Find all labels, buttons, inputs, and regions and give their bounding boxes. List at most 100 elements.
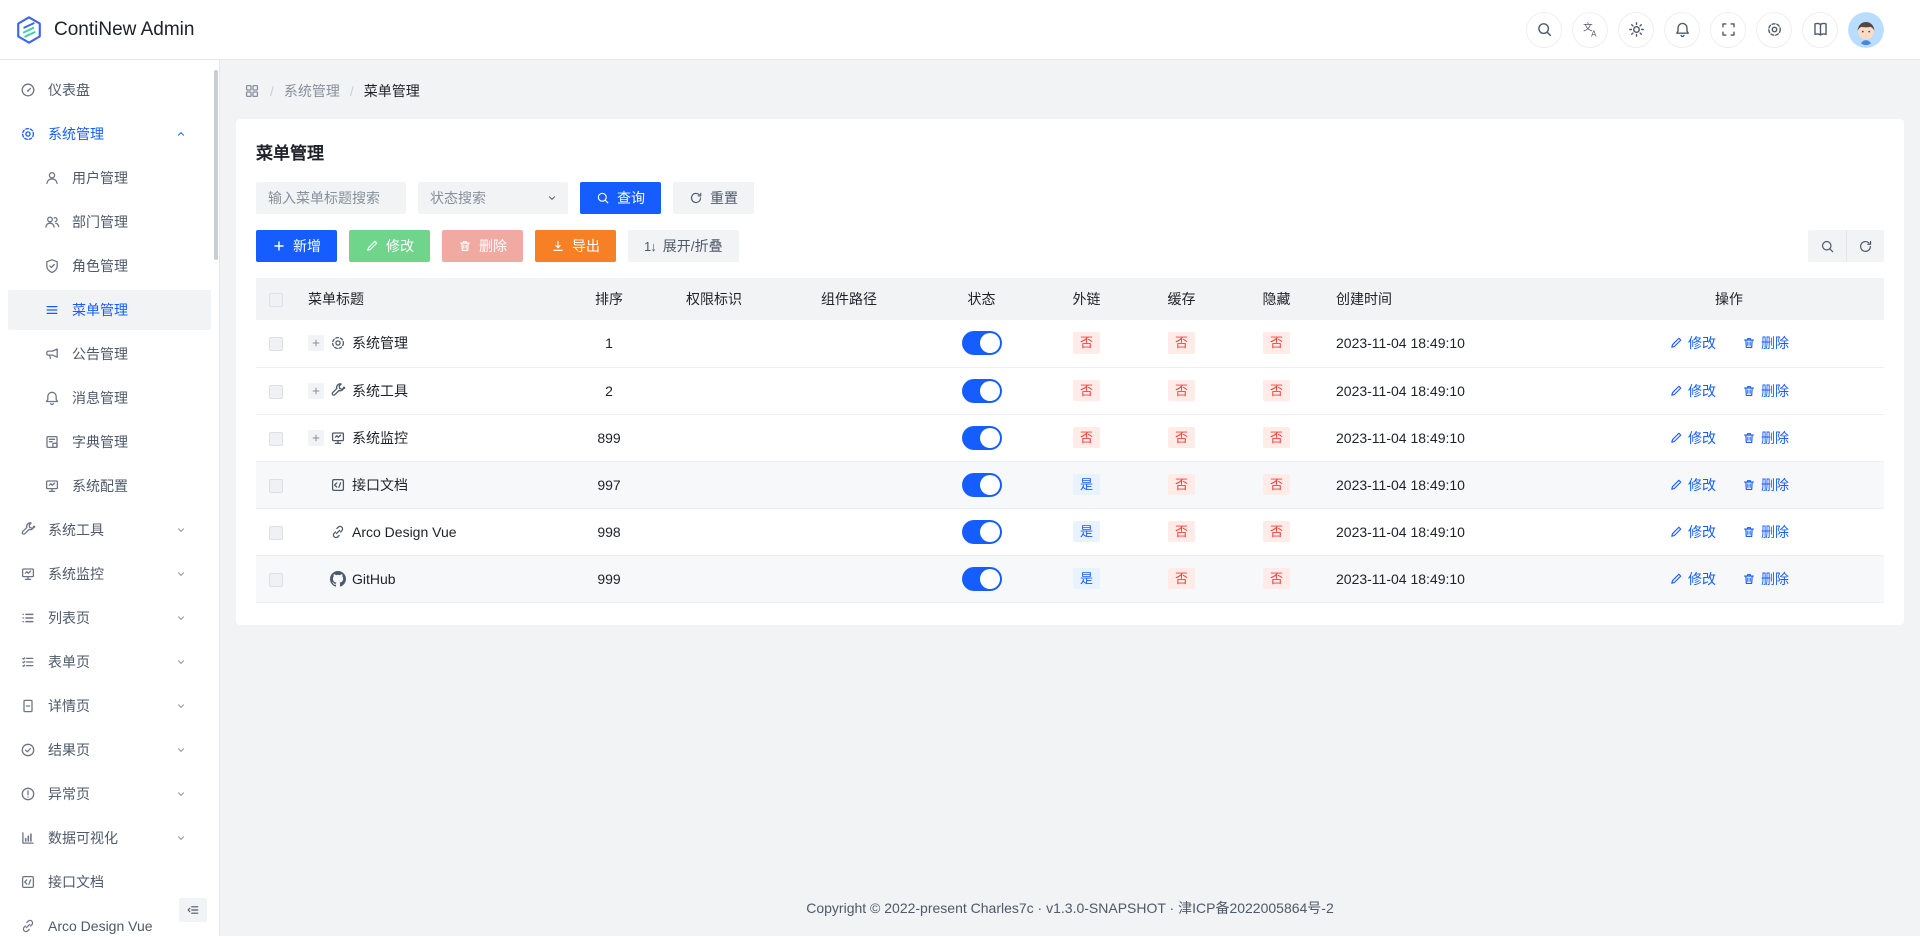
add-button[interactable]: 新增 xyxy=(256,230,337,262)
row-delete-link[interactable]: 删除 xyxy=(1742,333,1789,353)
cell-permission xyxy=(654,367,774,414)
cell-cache: 否 xyxy=(1134,414,1229,461)
chevron-down-icon xyxy=(175,788,187,800)
sidebar-item-label: 系统管理 xyxy=(48,124,167,144)
sidebar-item-role-management[interactable]: 角色管理 xyxy=(8,246,211,286)
cell-created: 2023-11-04 18:49:10 xyxy=(1324,367,1574,414)
menu-title-search-input[interactable]: 输入菜单标题搜索 xyxy=(256,182,406,214)
row-edit-link[interactable]: 修改 xyxy=(1669,569,1716,589)
row-checkbox[interactable] xyxy=(269,526,283,540)
col-actions: 操作 xyxy=(1574,278,1884,320)
row-delete-link[interactable]: 删除 xyxy=(1742,569,1789,589)
sidebar-item-notice-management[interactable]: 公告管理 xyxy=(8,334,211,374)
sidebar: 仪表盘系统管理用户管理部门管理角色管理菜单管理公告管理消息管理字典管理系统配置系… xyxy=(0,60,220,936)
sidebar-item-system-management[interactable]: 系统管理 xyxy=(8,114,211,154)
trash-icon xyxy=(1742,478,1756,492)
table-row: 系统监控899否否否2023-11-04 18:49:10修改删除 xyxy=(256,414,1884,461)
cell-actions: 修改 删除 xyxy=(1574,414,1884,461)
expand-row-button[interactable] xyxy=(308,383,324,399)
col-component: 组件路径 xyxy=(774,278,924,320)
cell-component xyxy=(774,461,924,508)
expand-row-button[interactable] xyxy=(308,335,324,351)
row-checkbox[interactable] xyxy=(269,432,283,446)
edit-button[interactable]: 修改 xyxy=(349,230,430,262)
apps-grid-icon[interactable] xyxy=(244,83,260,99)
status-filter-select[interactable]: 状态搜索 xyxy=(418,182,568,214)
select-all-checkbox[interactable] xyxy=(269,293,283,307)
row-checkbox[interactable] xyxy=(269,573,283,587)
row-edit-link[interactable]: 修改 xyxy=(1669,428,1716,448)
sidebar-item-dict-management[interactable]: 字典管理 xyxy=(8,422,211,462)
sidebar-item-detail-page[interactable]: 详情页 xyxy=(8,686,211,726)
sidebar-item-menu-management[interactable]: 菜单管理 xyxy=(8,290,211,330)
sidebar-item-system-tools[interactable]: 系统工具 xyxy=(8,510,211,550)
expand-collapse-button[interactable]: 1↓ 展开/折叠 xyxy=(628,230,739,262)
row-edit-link[interactable]: 修改 xyxy=(1669,381,1716,401)
sidebar-item-label: 公告管理 xyxy=(72,344,199,364)
menu-icon xyxy=(44,302,60,318)
sidebar-item-dept-management[interactable]: 部门管理 xyxy=(8,202,211,242)
status-toggle[interactable] xyxy=(962,426,1002,450)
sidebar-item-label: 字典管理 xyxy=(72,432,199,452)
row-checkbox[interactable] xyxy=(269,385,283,399)
cell-hidden: 否 xyxy=(1229,320,1324,367)
sidebar-item-api-docs[interactable]: 接口文档 xyxy=(8,862,211,902)
sidebar-item-user-management[interactable]: 用户管理 xyxy=(8,158,211,198)
sidebar-scrollbar[interactable] xyxy=(214,70,218,260)
theme-button[interactable] xyxy=(1618,12,1654,48)
cell-external-tag: 否 xyxy=(1073,380,1100,402)
settings-button[interactable] xyxy=(1756,12,1792,48)
cell-external: 否 xyxy=(1039,320,1134,367)
book-icon xyxy=(1812,21,1829,38)
cell-created: 2023-11-04 18:49:10 xyxy=(1324,555,1574,602)
sidebar-item-exception-page[interactable]: 异常页 xyxy=(8,774,211,814)
status-toggle[interactable] xyxy=(962,331,1002,355)
table-refresh-button[interactable] xyxy=(1846,230,1884,262)
delete-button[interactable]: 删除 xyxy=(442,230,523,262)
fullscreen-button[interactable] xyxy=(1710,12,1746,48)
sidebar-item-system-config[interactable]: 系统配置 xyxy=(8,466,211,506)
export-button[interactable]: 导出 xyxy=(535,230,616,262)
expand-row-button[interactable] xyxy=(308,430,324,446)
col-sort: 排序 xyxy=(564,278,654,320)
row-delete-link[interactable]: 删除 xyxy=(1742,522,1789,542)
row-edit-link[interactable]: 修改 xyxy=(1669,333,1716,353)
sidebar-item-list-page[interactable]: 列表页 xyxy=(8,598,211,638)
status-toggle[interactable] xyxy=(962,379,1002,403)
row-checkbox[interactable] xyxy=(269,337,283,351)
status-toggle[interactable] xyxy=(962,520,1002,544)
breadcrumb-item-system[interactable]: 系统管理 xyxy=(284,81,340,101)
row-delete-link[interactable]: 删除 xyxy=(1742,428,1789,448)
reset-button[interactable]: 重置 xyxy=(673,182,754,214)
notifications-button[interactable] xyxy=(1664,12,1700,48)
col-created: 创建时间 xyxy=(1324,278,1574,320)
user-avatar[interactable] xyxy=(1848,12,1884,48)
search-button[interactable] xyxy=(1526,12,1562,48)
search-icon xyxy=(596,191,610,205)
sidebar-item-dashboard[interactable]: 仪表盘 xyxy=(8,70,211,110)
row-edit-link[interactable]: 修改 xyxy=(1669,522,1716,542)
status-toggle[interactable] xyxy=(962,567,1002,591)
plus-icon xyxy=(311,338,321,348)
row-delete-link[interactable]: 删除 xyxy=(1742,475,1789,495)
menu-fold-icon xyxy=(186,903,200,917)
sidebar-item-result-page[interactable]: 结果页 xyxy=(8,730,211,770)
status-toggle[interactable] xyxy=(962,473,1002,497)
sidebar-item-form-page[interactable]: 表单页 xyxy=(8,642,211,682)
bell-icon xyxy=(1674,21,1691,38)
row-checkbox[interactable] xyxy=(269,479,283,493)
brand[interactable]: ContiNew Admin xyxy=(14,15,194,45)
sidebar-item-system-monitor[interactable]: 系统监控 xyxy=(8,554,211,594)
sidebar-collapse-button[interactable] xyxy=(179,898,207,922)
chevron-down-icon xyxy=(546,192,558,204)
sidebar-item-data-visualization[interactable]: 数据可视化 xyxy=(8,818,211,858)
cell-cache-tag: 否 xyxy=(1168,521,1195,543)
language-button[interactable]: 文A xyxy=(1572,12,1608,48)
cell-external-tag: 否 xyxy=(1073,427,1100,449)
query-button[interactable]: 查询 xyxy=(580,182,661,214)
row-edit-link[interactable]: 修改 xyxy=(1669,475,1716,495)
docs-button[interactable] xyxy=(1802,12,1838,48)
row-delete-link[interactable]: 删除 xyxy=(1742,381,1789,401)
table-search-button[interactable] xyxy=(1808,230,1846,262)
sidebar-item-message-management[interactable]: 消息管理 xyxy=(8,378,211,418)
